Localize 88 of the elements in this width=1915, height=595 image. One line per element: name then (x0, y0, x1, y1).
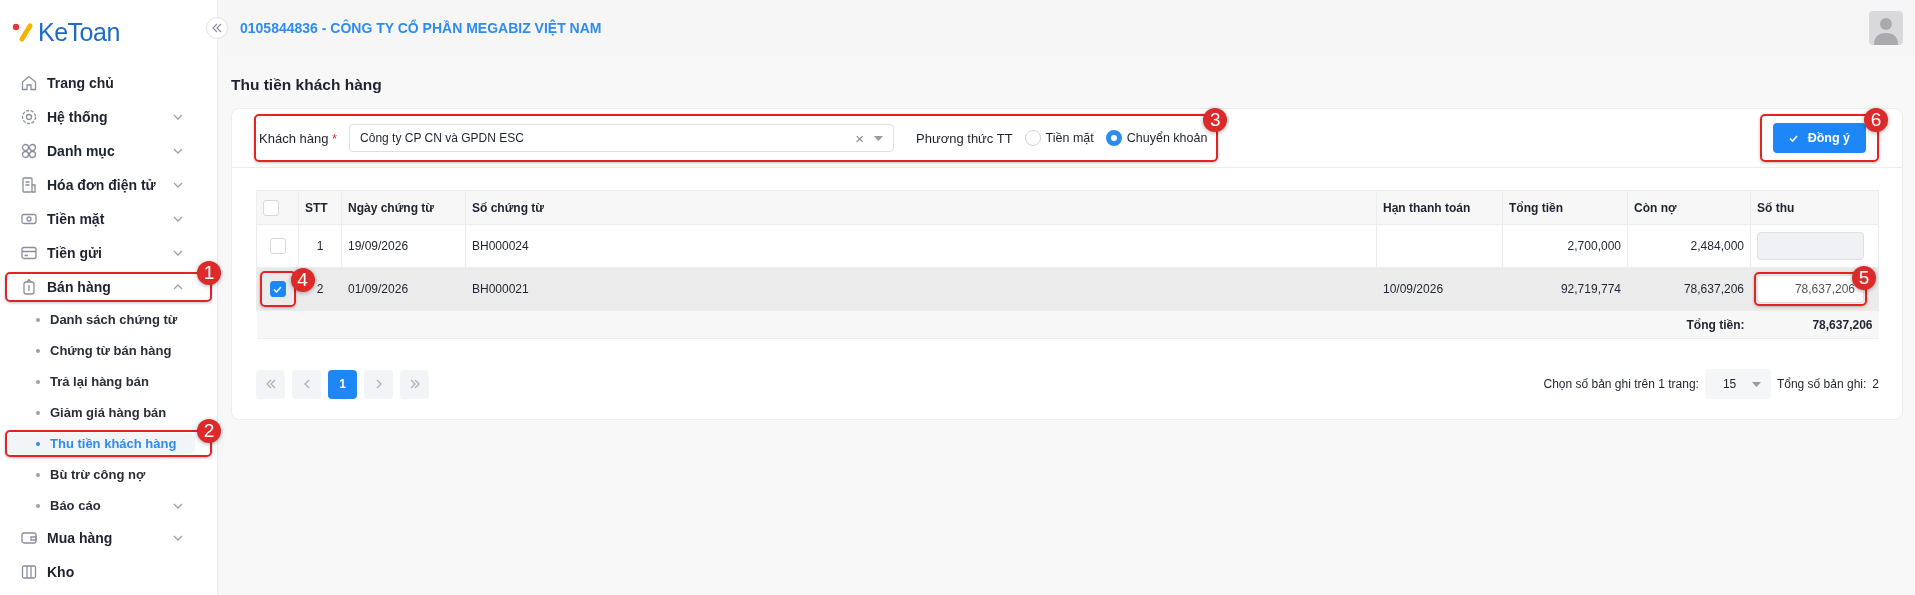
customer-select[interactable]: Công ty CP CN và GPDN ESC × (349, 124, 895, 152)
total-label: Tổng tiền: (1686, 317, 1745, 332)
dropdown-caret-icon (874, 135, 884, 141)
annotation-badge: 1 (197, 261, 221, 285)
chevron-left-icon (303, 379, 310, 389)
gear-icon (20, 108, 38, 126)
total-records-label: Tổng số bản ghi: (1776, 377, 1867, 391)
wallet-icon (20, 529, 38, 547)
column-header: Tổng tiền (1509, 200, 1563, 215)
table-cell: 10/09/2026 (1383, 282, 1444, 296)
annotation-badge: 4 (290, 268, 315, 292)
previous-page-button[interactable] (292, 369, 321, 399)
table-cell: 01/09/2026 (348, 282, 409, 296)
sidebar-item[interactable]: Hóa đơn điện tử (8, 173, 195, 197)
receipt-icon (20, 176, 38, 194)
column-header: Hạn thanh toán (1383, 200, 1471, 215)
table-cell: BH000021 (472, 282, 529, 296)
total-records-value: 2 (1872, 377, 1879, 391)
page-button[interactable]: 1 (328, 369, 357, 399)
chevron-icon (173, 535, 183, 541)
submenu-item[interactable]: Danh sách chứng từ (8, 309, 195, 330)
sidebar-item[interactable]: Kho (8, 560, 195, 584)
sidebar-item[interactable]: Danh mục (8, 139, 195, 163)
table-cell: 2,700,000 (1567, 239, 1621, 253)
last-page-button[interactable] (400, 369, 429, 399)
card-icon (20, 244, 38, 262)
bag-icon (20, 278, 38, 296)
brand-name: KeToan (38, 17, 120, 47)
page-size-select[interactable]: 15 (1704, 369, 1771, 399)
field-label: Phương thức TT (916, 130, 1013, 146)
field-label: Khách hàng * (259, 130, 338, 146)
avatar-icon[interactable] (1869, 11, 1903, 45)
submenu-item[interactable]: Báo cáo (8, 495, 195, 516)
collapse-button[interactable] (206, 17, 228, 39)
sidebar-item[interactable]: Hệ thống (8, 105, 195, 129)
column-header: STT (305, 200, 328, 215)
submenu-item[interactable]: Giảm giá hàng bán (8, 402, 195, 423)
table-cell: BH000024 (472, 239, 529, 253)
column-header: Ngày chứng từ (348, 200, 435, 215)
annotation-badge: 6 (1864, 108, 1888, 132)
company-title: 0105844836 - CÔNG TY CỔ PHẦN MEGABIZ VIỆT NAM (240, 20, 602, 36)
home-icon (20, 74, 38, 92)
annotation-badge: 3 (1203, 108, 1228, 132)
sidebar-item[interactable]: Mua hàng (8, 526, 195, 550)
column-header: Số chứng từ (472, 200, 545, 215)
double-chevron-right-icon (409, 379, 420, 389)
check-icon (273, 285, 282, 293)
next-page-button[interactable] (364, 369, 393, 399)
first-page-button[interactable] (256, 369, 285, 399)
box-icon (20, 563, 38, 581)
check-icon (1788, 134, 1798, 142)
chevron-right-icon (375, 379, 382, 389)
sidebar-item[interactable]: Bán hàng (8, 275, 195, 299)
table-cell: 2 (316, 282, 324, 296)
clear-icon[interactable]: × (855, 129, 865, 147)
total-value: 78,637,206 (1812, 317, 1873, 332)
radio-option[interactable]: Tiền mặt (1024, 130, 1094, 146)
sidebar-item[interactable]: Tiền gửi (8, 241, 195, 265)
submenu-item[interactable]: Bù trừ công nợ (8, 464, 195, 485)
chevron-icon (173, 148, 183, 154)
confirm-button[interactable]: Đồng ý (1772, 123, 1866, 153)
table-cell: 78,637,206 (1683, 282, 1744, 296)
annotation-badge: 2 (197, 419, 221, 443)
table-cell: 1 (316, 239, 324, 253)
sidebar-item[interactable]: Trang chủ (8, 71, 195, 95)
double-chevron-left-icon (212, 23, 222, 33)
chevron-icon (173, 284, 183, 290)
table-cell: 2,484,000 (1690, 239, 1744, 253)
column-header: Còn nợ (1634, 200, 1677, 215)
radio-option[interactable]: Chuyển khoản (1105, 130, 1208, 146)
checkbox[interactable] (269, 281, 286, 297)
chevron-icon (173, 114, 183, 120)
chevron-icon (173, 182, 183, 188)
chevron-icon (173, 250, 183, 256)
grid-icon (20, 142, 38, 160)
chevron-icon (173, 216, 183, 222)
page-size-label: Chọn số bản ghi trên 1 trang: (1543, 377, 1699, 391)
sidebar-item[interactable]: Tiền mặt (8, 207, 195, 231)
double-chevron-left-icon (265, 379, 276, 389)
dropdown-caret-icon (1751, 381, 1761, 387)
logo-mark-icon (12, 22, 34, 42)
column-header: Số thu (1757, 200, 1795, 215)
submenu-item[interactable]: Trả lại hàng bán (8, 371, 195, 392)
table-cell: 19/09/2026 (348, 239, 409, 253)
chevron-icon (173, 502, 183, 509)
page-title: Thu tiền khách hàng (231, 76, 383, 94)
submenu-item[interactable]: Chứng từ bán hàng (8, 340, 195, 361)
table-cell: 92,719,774 (1560, 282, 1621, 296)
